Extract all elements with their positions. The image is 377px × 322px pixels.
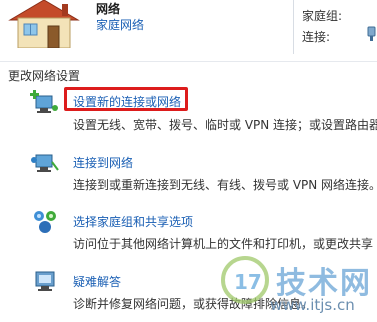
- vertical-divider: [293, 0, 294, 54]
- connect-network-icon: [31, 154, 59, 172]
- homegroup-sharing-link[interactable]: 选择家庭组和共享选项: [73, 213, 193, 230]
- svg-text:17: 17: [234, 270, 262, 294]
- network-name: 网络: [96, 2, 121, 16]
- section-title: 更改网络设置: [8, 69, 81, 83]
- ethernet-plug-icon[interactable]: [366, 26, 377, 42]
- troubleshoot-link[interactable]: 疑难解答: [73, 273, 121, 290]
- watermark-url: www.itjs.cn: [270, 296, 355, 314]
- network-type-link[interactable]: 家庭网络: [96, 16, 144, 33]
- highlight-box: [64, 87, 188, 111]
- troubleshoot-icon: [35, 271, 55, 291]
- connect-to-network-link[interactable]: 连接到网络: [73, 154, 133, 171]
- connection-label: 连接:: [302, 30, 331, 44]
- new-connection-icon: [30, 90, 58, 113]
- watermark-logo-icon: 17: [221, 256, 269, 304]
- setup-new-connection-description: 设置无线、宽带、拨号、临时或 VPN 连接；或设置路由器: [73, 118, 377, 132]
- homegroup-label: 家庭组:: [302, 9, 343, 23]
- homegroup-icon: [34, 211, 56, 233]
- section-divider: [0, 61, 377, 62]
- homegroup-sharing-description: 访问位于其他网络计算机上的文件和打印机，或更改共享: [73, 237, 374, 251]
- house-icon: [8, 0, 80, 48]
- connect-to-network-description: 连接到或重新连接到无线、有线、拨号或 VPN 网络连接。: [73, 178, 377, 192]
